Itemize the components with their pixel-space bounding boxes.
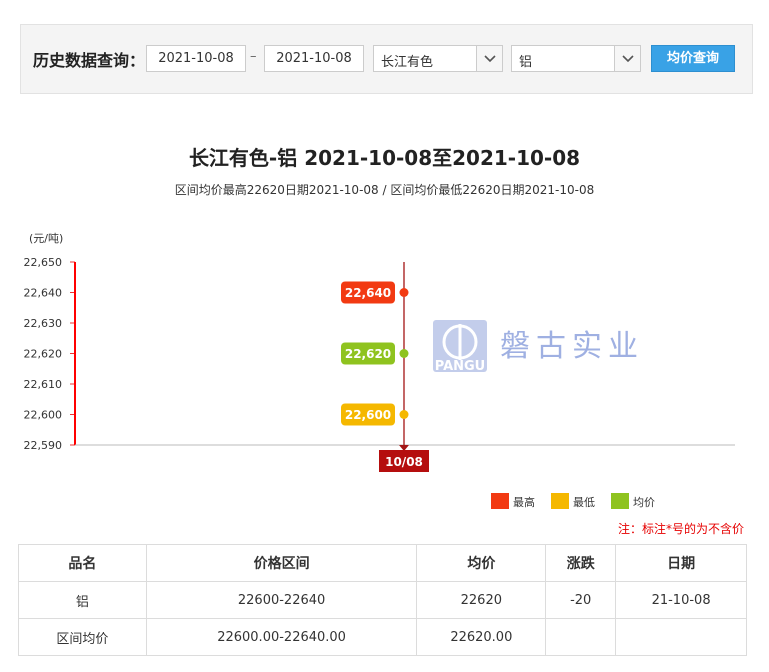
table-header: 价格区间 xyxy=(145,544,418,582)
watermark-company-name: 磐古实业 xyxy=(500,329,644,364)
table-cell: 铝 xyxy=(18,581,147,619)
market-select[interactable]: 长江有色 xyxy=(373,45,503,72)
table-row: 区间均价 22600.00-22640.00 22620.00 xyxy=(18,618,747,656)
date-to-input[interactable]: 2021-10-08 xyxy=(264,45,364,72)
legend-swatch xyxy=(491,493,509,509)
chart-title: 长江有色-铝 2021-10-08至2021-10-08 xyxy=(188,146,581,170)
date-separator: – xyxy=(250,49,257,64)
price-note: 注：标注*号的为不含价 xyxy=(617,522,744,536)
y-tick-label: 22,590 xyxy=(24,439,63,452)
chevron-down-icon xyxy=(476,46,502,71)
query-bar: 历史数据查询： 2021-10-08 – 2021-10-08 长江有色 铝 均… xyxy=(20,24,753,94)
table-cell xyxy=(545,618,617,656)
table-cell: 区间均价 xyxy=(18,618,147,656)
table-cell: 21-10-08 xyxy=(615,581,747,619)
date-from-input[interactable]: 2021-10-08 xyxy=(146,45,246,72)
price-table: 品名 价格区间 均价 涨跌 日期 铝 22600-22640 22620 -20… xyxy=(18,544,747,656)
chevron-down-icon xyxy=(614,46,640,71)
watermark-logo-text: PANGU xyxy=(435,359,486,374)
table-cell: 22620 xyxy=(416,581,547,619)
table-header: 涨跌 xyxy=(545,544,617,582)
x-category-label: 10/08 xyxy=(385,455,423,469)
legend-swatch xyxy=(551,493,569,509)
y-tick-label: 22,610 xyxy=(24,378,63,391)
chart-subtitle: 区间均价最高22620日期2021-10-08 / 区间均价最低22620日期2… xyxy=(174,183,595,197)
data-point xyxy=(399,288,409,297)
table-cell: 22600-22640 xyxy=(145,581,418,619)
y-tick-label: 22,620 xyxy=(24,348,63,361)
legend-label: 最高 xyxy=(513,495,535,509)
table-cell: 22620.00 xyxy=(416,618,547,656)
table-header: 品名 xyxy=(18,544,147,582)
y-tick-label: 22,640 xyxy=(24,287,63,300)
y-tick-label: 22,600 xyxy=(24,409,63,422)
data-point xyxy=(399,349,409,358)
y-tick-label: 22,630 xyxy=(24,317,63,330)
metal-select-value: 铝 xyxy=(519,55,533,70)
table-header: 日期 xyxy=(615,544,747,582)
metal-select[interactable]: 铝 xyxy=(511,45,641,72)
legend-swatch xyxy=(611,493,629,509)
y-axis-label: (元/吨) xyxy=(29,232,63,245)
data-label: 22,640 xyxy=(345,286,391,300)
query-label: 历史数据查询： xyxy=(33,51,146,70)
table-header-row: 品名 价格区间 均价 涨跌 日期 xyxy=(18,544,747,582)
legend-label: 最低 xyxy=(573,496,595,509)
table-cell: -20 xyxy=(545,581,617,619)
table-header: 均价 xyxy=(416,544,547,582)
table-cell: 22600.00-22640.00 xyxy=(145,618,418,656)
y-tick-label: 22,650 xyxy=(24,256,63,269)
data-label: 22,620 xyxy=(345,347,391,361)
table-row: 铝 22600-22640 22620 -20 21-10-08 xyxy=(18,581,747,619)
price-chart: PANGU 磐古实业 (元/吨) 22,650 22,640 22,630 22,620 22… xyxy=(24,232,735,509)
table-cell xyxy=(615,618,747,656)
legend-label: 均价 xyxy=(633,496,655,509)
average-price-query-button[interactable]: 均价查询 xyxy=(651,45,735,72)
data-point xyxy=(399,410,409,419)
market-select-value: 长江有色 xyxy=(381,55,434,70)
data-label: 22,600 xyxy=(345,408,391,422)
